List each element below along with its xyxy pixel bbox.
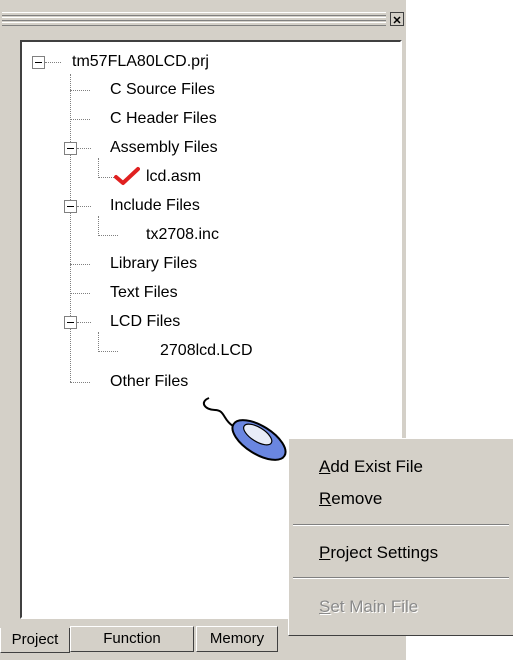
- tree-connector: [98, 158, 99, 176]
- tree-connector: [98, 235, 118, 236]
- tree-folder-text[interactable]: Text Files: [110, 283, 178, 303]
- tree-file-lcd-asm[interactable]: lcd.asm: [146, 167, 201, 187]
- tree-connector: [70, 382, 90, 383]
- tree-connector: [70, 119, 90, 120]
- tree-connector: [77, 322, 91, 323]
- close-icon: [393, 16, 401, 24]
- tree-connector: [70, 74, 71, 382]
- tree-connector: [98, 177, 114, 178]
- tab-memory[interactable]: Memory: [196, 626, 278, 652]
- tree-folder-library[interactable]: Library Files: [110, 254, 197, 274]
- collapse-icon[interactable]: [64, 316, 77, 329]
- grip-line: [2, 12, 386, 16]
- tree-connector: [77, 206, 91, 207]
- tab-function[interactable]: Function: [70, 626, 194, 652]
- tree-folder-assembly[interactable]: Assembly Files: [110, 138, 218, 158]
- context-menu: Add Exist File Remove Project Settings S…: [288, 438, 513, 636]
- menu-project-settings[interactable]: Project Settings: [319, 543, 438, 563]
- menu-add-exist-file[interactable]: Add Exist File: [319, 457, 423, 477]
- panel-titlebar[interactable]: [0, 0, 406, 36]
- tree-project-root[interactable]: tm57FLA80LCD.prj: [72, 52, 209, 72]
- tree-connector: [70, 264, 90, 265]
- tree-connector: [45, 62, 61, 63]
- tree-folder-other[interactable]: Other Files: [110, 372, 188, 392]
- tree-connector: [77, 148, 91, 149]
- tree-connector: [98, 216, 99, 234]
- close-button[interactable]: [390, 12, 404, 26]
- collapse-icon[interactable]: [64, 200, 77, 213]
- tree-file-2708lcd[interactable]: 2708lcd.LCD: [160, 341, 253, 361]
- tree-folder-c-header[interactable]: C Header Files: [110, 109, 217, 129]
- grip-line: [2, 17, 386, 21]
- checkmark-icon: [114, 167, 140, 185]
- tree-connector: [98, 351, 118, 352]
- tree-connector: [70, 90, 90, 91]
- collapse-icon[interactable]: [32, 56, 45, 69]
- tab-project[interactable]: Project: [0, 628, 70, 653]
- mouse-icon: [202, 397, 287, 461]
- tree-connector: [70, 293, 90, 294]
- tree-folder-c-source[interactable]: C Source Files: [110, 80, 215, 100]
- menu-remove[interactable]: Remove: [319, 489, 382, 509]
- collapse-icon[interactable]: [64, 142, 77, 155]
- menu-set-main-file: Set Main File: [319, 597, 419, 616]
- menu-separator: [293, 577, 509, 579]
- grip-line: [2, 22, 386, 26]
- tree-folder-include[interactable]: Include Files: [110, 196, 200, 216]
- tree-file-tx2708-inc[interactable]: tx2708.inc: [146, 225, 219, 245]
- tree-connector: [98, 332, 99, 350]
- menu-separator: [293, 524, 509, 526]
- tree-folder-lcd[interactable]: LCD Files: [110, 312, 180, 332]
